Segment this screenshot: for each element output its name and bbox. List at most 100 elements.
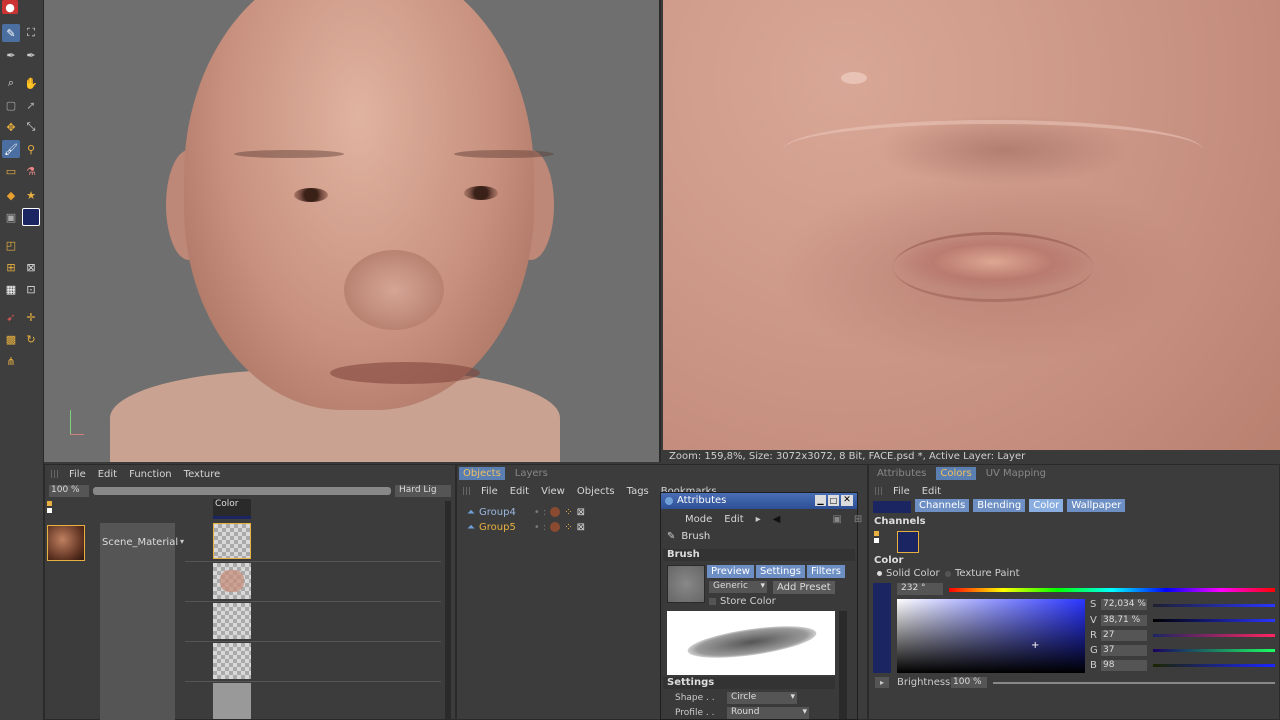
rotate-icon[interactable]: ↻ [22,330,40,348]
brightness-toggle[interactable]: ▸ [875,677,889,688]
s-field[interactable]: 72,034 % [1101,599,1147,610]
layer-thumbnail-1[interactable] [213,523,251,559]
fill-icon[interactable]: ◆ [2,186,20,204]
uvw-tag-icon[interactable]: ⊠ [577,522,585,533]
3d-viewport[interactable] [44,0,661,462]
hand-icon[interactable]: ✋ [22,74,40,92]
close-button[interactable]: ✕ [841,495,853,506]
settings-icon[interactable]: ⊞ [854,514,862,525]
paint-bucket-icon[interactable]: ⛶ [22,24,40,42]
pen-alt-icon[interactable]: ✒ [22,46,40,64]
visibility-dots-icon[interactable]: • : [534,522,546,533]
tab-color[interactable]: Color [1029,499,1064,512]
hue-slider[interactable] [949,588,1275,592]
paint-brush-icon[interactable]: 🖌 [2,140,20,158]
store-color-checkbox[interactable]: Store Color [709,596,776,607]
eyedropper-icon[interactable]: ⚗ [22,162,40,180]
minimize-button[interactable]: ▁ [815,495,826,506]
menu-tags[interactable]: Tags [627,486,649,497]
layer-thumbnail-4[interactable] [213,643,251,679]
checker-icon[interactable]: ⊠ [22,258,40,276]
v-field[interactable]: 38,71 % [1101,615,1147,626]
hue-field[interactable]: 232 ° [897,583,943,595]
texture-viewport[interactable] [663,0,1280,450]
g-field[interactable]: 37 [1101,645,1147,656]
brightness-field[interactable]: 100 % [951,677,987,688]
channel-header[interactable]: Color [213,499,251,519]
tab-wallpaper[interactable]: Wallpaper [1067,499,1126,512]
menu-mode[interactable]: Mode [685,514,712,525]
menu-objects[interactable]: Objects [577,486,615,497]
menu-edit[interactable]: Edit [510,486,529,497]
material-tag-icon[interactable] [550,507,561,517]
tab-uv-mapping[interactable]: UV Mapping [982,467,1050,480]
r-slider[interactable] [1153,634,1275,637]
menu-function[interactable]: Function [129,469,172,480]
b-slider[interactable] [1153,664,1275,667]
arrow-right-icon[interactable]: ▸ [756,514,761,525]
star-icon[interactable]: ★ [22,186,40,204]
preset-select[interactable]: Generic ▾ [709,581,767,593]
tab-preview[interactable]: Preview [707,565,754,578]
channel-swatch[interactable] [897,531,919,553]
scale-icon[interactable]: ⤡ [22,118,40,136]
back-arrow-icon[interactable]: ◀ [773,514,781,525]
menu-view[interactable]: View [541,486,565,497]
brush-tool-icon[interactable]: ✎ [2,24,20,42]
b-field[interactable]: 98 [1101,660,1147,671]
brightness-slider[interactable] [993,682,1275,684]
tab-settings[interactable]: Settings [755,565,805,578]
maximize-button[interactable]: □ [828,495,839,506]
menu-file[interactable]: File [481,486,498,497]
zoom-slider[interactable] [93,487,391,495]
magnet-icon[interactable]: ⋔ [2,352,20,370]
dropdown-arrow-icon[interactable]: ▾ [180,537,184,546]
mode-texture-radio[interactable]: Texture Paint [945,568,1020,579]
tab-attributes[interactable]: Attributes [873,467,930,480]
tab-colors[interactable]: Colors [936,467,976,480]
s-slider[interactable] [1153,604,1275,607]
scrollbar[interactable] [445,501,451,719]
object-row-group5[interactable]: ⏶ Group5 • : ⁘ ⊠ [467,520,617,534]
lasso-icon[interactable]: ➚ [22,96,40,114]
texture-tag-icon[interactable]: ⁘ [564,522,572,533]
app-menu-icon[interactable]: ● [2,0,18,14]
object-name[interactable]: Group5 [479,522,516,533]
uv-edit-icon[interactable]: ⊡ [22,280,40,298]
brush-preview-swatch[interactable] [667,565,705,603]
tab-objects[interactable]: Objects [459,467,505,480]
material-name[interactable]: Scene_Material [102,537,178,548]
profile-select[interactable]: Round ▾ [727,707,809,719]
eraser-icon[interactable]: ▭ [2,162,20,180]
uv-grid-icon[interactable]: ▦ [2,280,20,298]
move-icon[interactable]: ✥ [2,118,20,136]
foreground-color-icon[interactable] [22,208,40,226]
visibility-dots-icon[interactable]: • : [534,507,546,518]
light-select[interactable]: Hard Lig [395,485,451,497]
select-rect-icon[interactable]: ▢ [2,96,20,114]
shape-select[interactable]: Circle ▾ [727,692,797,704]
menu-edit[interactable]: Edit [724,514,743,525]
layer-icon[interactable]: ◰ [2,236,20,254]
lock-icon[interactable]: ▣ [832,514,841,525]
object-name[interactable]: Group4 [479,507,516,518]
pen-tool-icon[interactable]: ✒ [2,46,20,64]
magnify-icon[interactable]: ⌕ [2,74,20,92]
cube-icon[interactable]: ▩ [2,330,20,348]
layer-thumbnail-3[interactable] [213,603,251,639]
mode-solid-radio[interactable]: Solid Color [877,568,940,579]
menu-edit[interactable]: Edit [98,469,117,480]
transform-icon[interactable]: ✛ [22,308,40,326]
saturation-value-square[interactable]: + [897,599,1085,673]
menu-file[interactable]: File [69,469,86,480]
g-slider[interactable] [1153,649,1275,652]
zoom-field[interactable]: 100 % [49,485,89,497]
grid-icon[interactable]: ⊞ [2,258,20,276]
material-thumbnail[interactable] [47,525,85,561]
live-select-icon[interactable]: ➹ [2,308,20,326]
r-field[interactable]: 27 [1101,630,1147,641]
menu-file[interactable]: File [893,486,910,497]
current-color-swatch[interactable] [873,501,911,513]
tab-layers[interactable]: Layers [511,467,552,480]
background-color-icon[interactable]: ▣ [2,208,20,226]
